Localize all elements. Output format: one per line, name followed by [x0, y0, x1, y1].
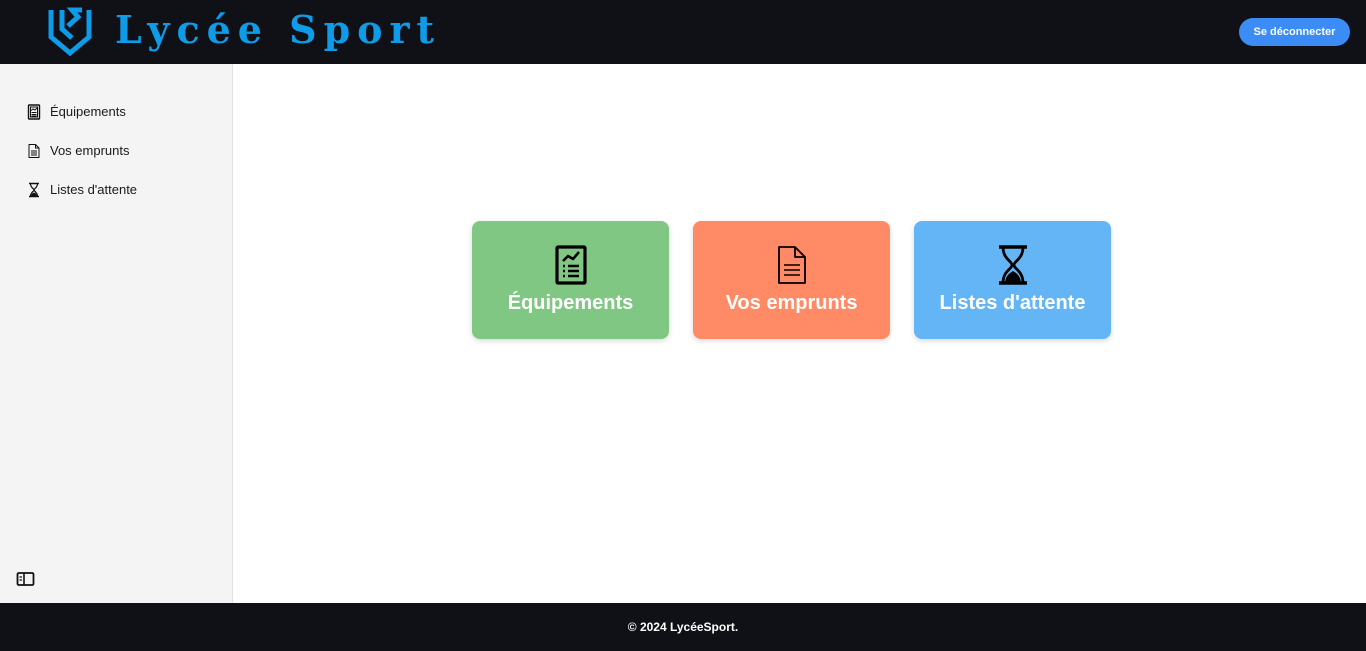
- dashboard-cards: Équipements Vos emprunts Listes d'attent…: [472, 221, 1111, 339]
- main-content: Équipements Vos emprunts Listes d'attent…: [233, 64, 1366, 603]
- card-label: Équipements: [507, 292, 634, 314]
- sidebar-toggle-icon: [16, 572, 35, 586]
- hourglass-icon: [993, 245, 1033, 285]
- report-icon: [551, 245, 591, 285]
- document-icon: [772, 245, 812, 285]
- hourglass-icon: [26, 182, 42, 198]
- shield-logo-icon: [48, 7, 92, 57]
- sidebar-item-equipements[interactable]: Équipements: [0, 92, 232, 131]
- sidebar-item-label: Équipements: [50, 104, 126, 119]
- card-label: Listes d'attente: [939, 292, 1086, 314]
- card-listes-attente[interactable]: Listes d'attente: [914, 221, 1111, 339]
- logout-button[interactable]: Se déconnecter: [1239, 18, 1350, 46]
- top-header: Lycée Sport Se déconnecter: [0, 0, 1366, 64]
- report-icon: [26, 103, 42, 120]
- sidebar-nav: Équipements Vos emprunts Listes d'attent…: [0, 64, 232, 209]
- brand-logo[interactable]: Lycée Sport: [48, 7, 441, 57]
- sidebar: Équipements Vos emprunts Listes d'attent…: [0, 64, 233, 603]
- sidebar-item-listes-attente[interactable]: Listes d'attente: [0, 170, 232, 209]
- copyright-text: © 2024 LycéeSport.: [627, 620, 739, 634]
- document-icon: [26, 143, 42, 159]
- card-vos-emprunts[interactable]: Vos emprunts: [693, 221, 890, 339]
- sidebar-toggle-button[interactable]: [16, 571, 36, 587]
- brand-name: Lycée Sport: [115, 7, 442, 52]
- card-label: Vos emprunts: [725, 292, 858, 314]
- footer: © 2024 LycéeSport.: [0, 603, 1366, 651]
- sidebar-item-vos-emprunts[interactable]: Vos emprunts: [0, 131, 232, 170]
- sidebar-item-label: Listes d'attente: [50, 182, 138, 197]
- sidebar-item-label: Vos emprunts: [50, 143, 130, 158]
- card-equipements[interactable]: Équipements: [472, 221, 669, 339]
